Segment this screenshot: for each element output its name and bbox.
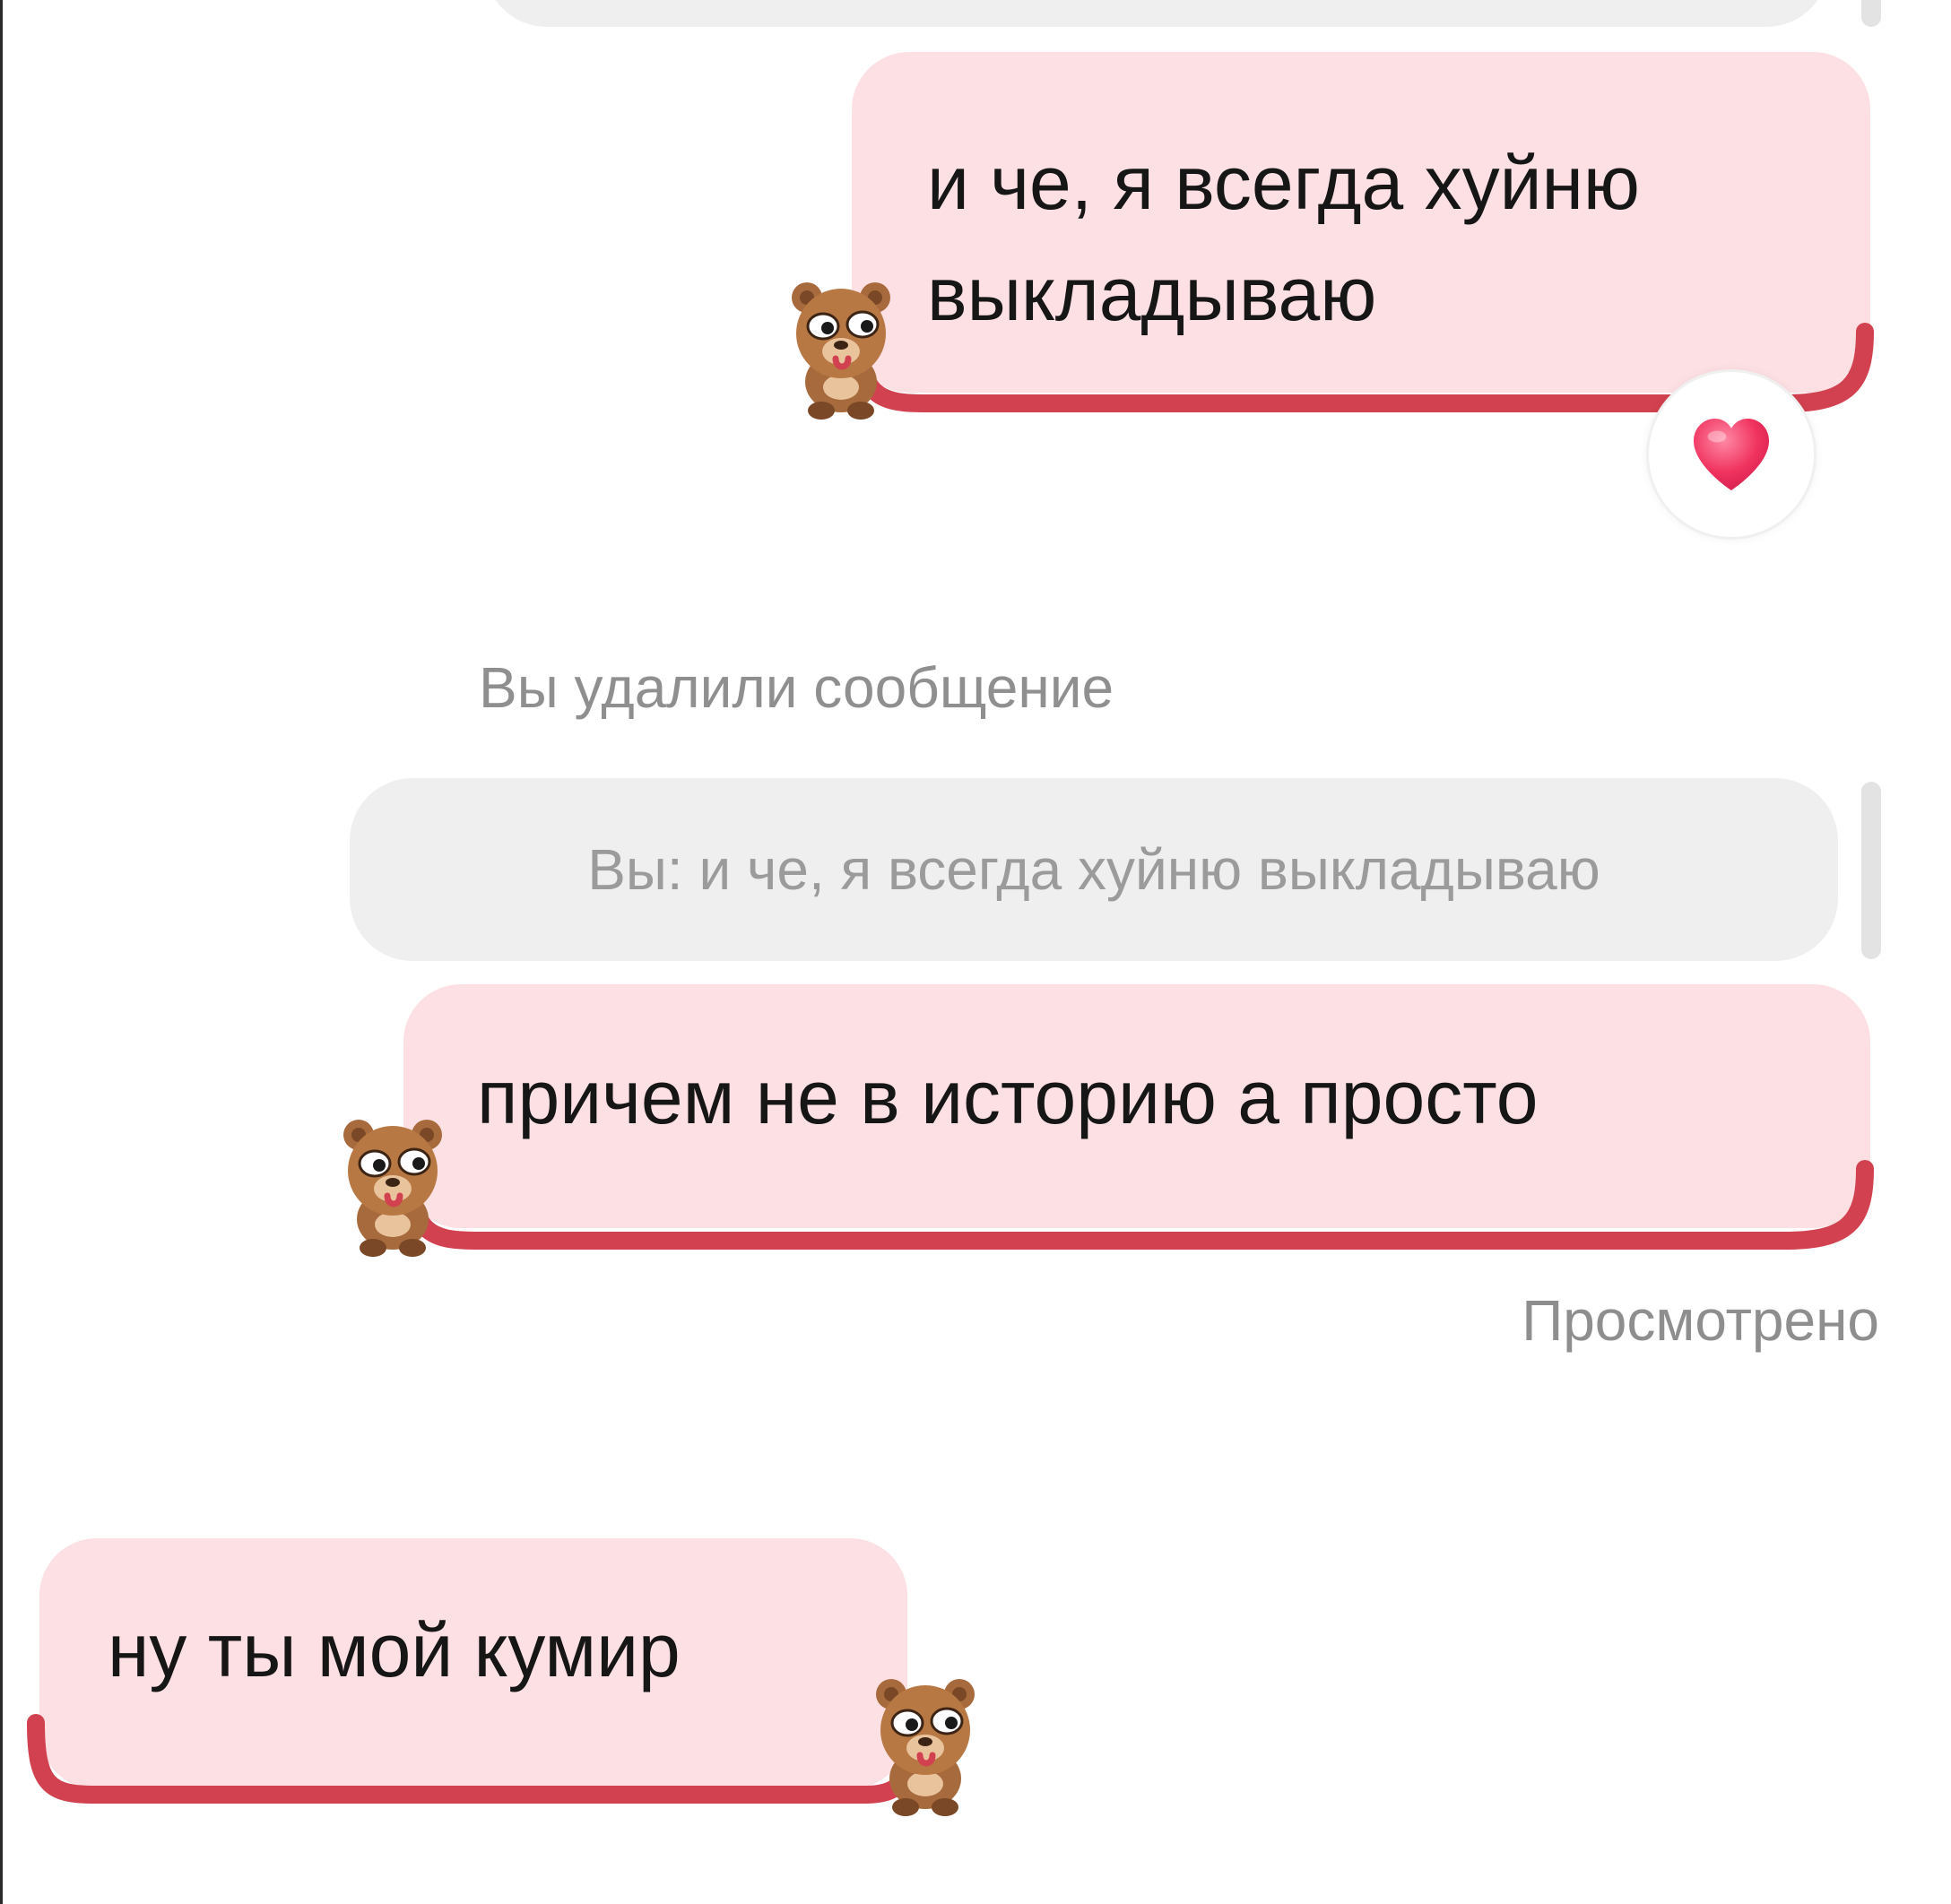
bubble-underline [27, 1714, 918, 1804]
message-text: ну ты мой кумир [108, 1608, 681, 1692]
left-edge [0, 0, 3, 1904]
bubble-underline [402, 1160, 1874, 1250]
message-text-line1: и че, я всегда хуйню [927, 141, 1640, 225]
reply-indicator-bar [1861, 782, 1881, 959]
seen-status: Просмотрено [1522, 1288, 1879, 1353]
deleted-message-notice: Вы удалили сообщение [479, 655, 1114, 720]
reply-preview[interactable]: Вы: и че, я всегда хуйню выкладываю [350, 778, 1838, 961]
bear-sticker-icon [863, 1666, 988, 1818]
message-text: причем не в историю а просто [477, 1055, 1539, 1139]
bear-sticker-icon [330, 1106, 455, 1259]
bear-sticker-icon [778, 269, 904, 421]
reply-preview-partial[interactable] [484, 0, 1829, 27]
reply-indicator-bar [1861, 0, 1881, 27]
heart-icon [1694, 419, 1769, 490]
reaction-badge[interactable] [1646, 369, 1817, 540]
